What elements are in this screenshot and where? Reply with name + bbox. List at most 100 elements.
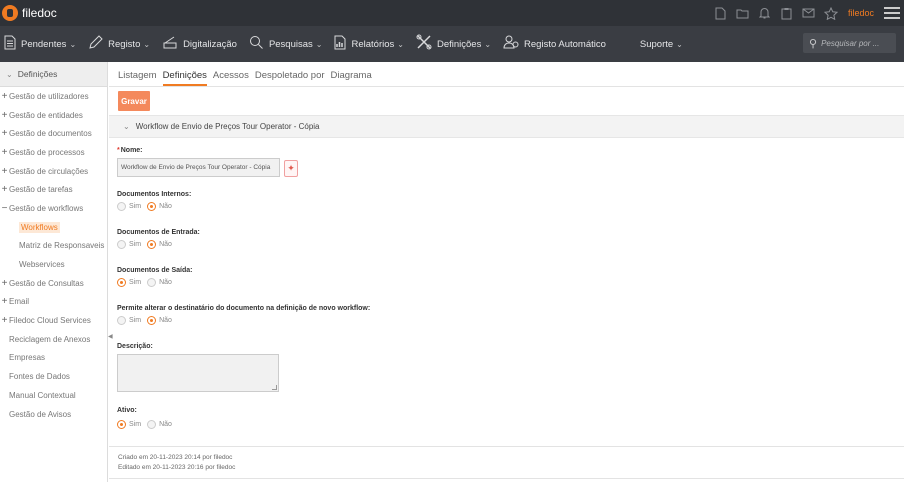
chevron-down-icon: ⌄ xyxy=(123,122,130,131)
radio-label: Sim xyxy=(129,317,142,324)
menu-digitalizacao[interactable]: Digitalização xyxy=(158,35,237,53)
sidebar-item-label: Gestão de utilizadores xyxy=(9,91,89,101)
sidebar-item[interactable]: + Email xyxy=(0,293,107,312)
tab-acessos[interactable]: Acessos xyxy=(213,70,249,86)
bell-icon[interactable] xyxy=(754,7,776,20)
sidebar-item[interactable]: Empresas xyxy=(0,349,107,368)
sidebar-item[interactable]: + Gestão de utilizadores xyxy=(0,87,107,106)
radio-yes[interactable]: Sim xyxy=(117,240,141,249)
expand-icon[interactable]: + xyxy=(0,184,9,195)
radio-no[interactable]: Não xyxy=(147,316,172,325)
user-menu[interactable]: filedoc xyxy=(848,8,874,18)
star-icon[interactable] xyxy=(820,6,842,20)
name-field: *Nome: Workflow de Envio de Preços Tour … xyxy=(117,147,298,177)
menu-registo[interactable]: Registo ⌄ xyxy=(84,34,150,54)
radio-label: Não xyxy=(159,317,172,324)
section-header[interactable]: ⌄ Workflow de Envio de Preços Tour Opera… xyxy=(109,115,904,138)
sidebar-item[interactable]: + Gestão de processos xyxy=(0,143,107,162)
tab-listagem[interactable]: Listagem xyxy=(118,70,157,86)
expand-icon[interactable]: + xyxy=(0,91,9,102)
name-input[interactable]: Workflow de Envio de Preços Tour Operato… xyxy=(117,158,280,177)
document-icon xyxy=(4,35,16,54)
active-label: Ativo: xyxy=(117,407,137,414)
radio-label: Não xyxy=(159,421,172,428)
chevron-down-icon: ⌄ xyxy=(6,69,13,79)
radio-yes[interactable]: Sim xyxy=(117,316,141,325)
description-label: Descrição: xyxy=(117,343,153,350)
sidebar: ⌄ Definições + Gestão de utilizadores + Ges… xyxy=(0,62,108,482)
radio-no[interactable]: Não xyxy=(147,420,172,429)
radio-label: Sim xyxy=(129,241,142,248)
expand-icon[interactable]: + xyxy=(0,315,9,326)
sidebar-item-label: Gestão de Avisos xyxy=(9,409,72,419)
sidebar-item[interactable]: + Filedoc Cloud Services xyxy=(0,311,107,330)
app-logo[interactable]: filedoc xyxy=(0,5,57,21)
global-search-input[interactable]: ⚲ Pesquisar por ... xyxy=(803,33,896,53)
sidebar-item-label: Reciclagem de Anexos xyxy=(9,334,91,344)
sidebar-item-label: Email xyxy=(9,297,30,307)
sidebar-item[interactable]: Webservices xyxy=(0,255,107,274)
description-field: Descrição: xyxy=(117,343,279,392)
mail-icon[interactable] xyxy=(798,8,820,18)
sidebar-item[interactable]: Gestão de Avisos xyxy=(0,405,107,424)
menu-definicoes[interactable]: Definições ⌄ xyxy=(412,34,491,54)
sidebar-item[interactable]: − Gestão de workflows xyxy=(0,199,107,218)
radio-yes[interactable]: Sim xyxy=(117,420,141,429)
sidebar-header[interactable]: ⌄ Definições xyxy=(0,62,107,87)
hamburger-menu-icon[interactable] xyxy=(884,4,900,22)
main-content: Listagem Definições Acessos Despoletado … xyxy=(109,62,904,482)
sidebar-item[interactable]: + Gestão de tarefas xyxy=(0,180,107,199)
expand-icon[interactable]: + xyxy=(0,296,9,307)
sidebar-item-label: Manual Contextual xyxy=(9,390,76,400)
radio-yes[interactable]: Sim xyxy=(117,202,141,211)
save-button[interactable]: Gravar xyxy=(118,91,150,111)
tab-despoletado-por[interactable]: Despoletado por xyxy=(255,70,325,86)
document-icon[interactable] xyxy=(710,7,732,20)
menu-pesquisas[interactable]: Pesquisas ⌄ xyxy=(245,35,322,54)
radio-dot-icon xyxy=(117,278,126,287)
expand-icon[interactable]: + xyxy=(0,128,9,139)
description-textarea[interactable] xyxy=(117,354,279,392)
collapse-icon[interactable]: − xyxy=(0,203,9,214)
sidebar-item[interactable]: Fontes de Dados xyxy=(0,367,107,386)
tab-diagrama[interactable]: Diagrama xyxy=(331,70,372,86)
radio-dot-icon xyxy=(117,316,126,325)
sidebar-item[interactable]: Manual Contextual xyxy=(0,386,107,405)
sidebar-item-label: Gestão de tarefas xyxy=(9,185,73,195)
report-icon xyxy=(334,35,346,54)
translate-icon[interactable]: ✦ xyxy=(284,160,298,177)
sidebar-item[interactable]: Matriz de Responsaveis xyxy=(0,237,107,256)
menu-pendentes[interactable]: Pendentes ⌄ xyxy=(0,35,76,54)
sidebar-item[interactable]: Workflows xyxy=(0,218,107,237)
radio-no[interactable]: Não xyxy=(147,278,172,287)
radio-no[interactable]: Não xyxy=(147,202,172,211)
expand-icon[interactable]: + xyxy=(0,278,9,289)
folder-icon[interactable] xyxy=(732,8,754,19)
name-label: *Nome: xyxy=(117,147,143,154)
tab-definicoes[interactable]: Definições xyxy=(162,70,207,86)
sidebar-item-label: Gestão de circulações xyxy=(9,166,89,176)
radio-label: Sim xyxy=(129,203,142,210)
menu-relatorios[interactable]: Relatórios ⌄ xyxy=(330,35,404,54)
main-menu: Pendentes ⌄ Registo ⌄ Digitalização Pesqui… xyxy=(0,26,904,62)
sidebar-item[interactable]: + Gestão de documentos xyxy=(0,124,107,143)
sidebar-item[interactable]: + Gestão de circulações xyxy=(0,162,107,181)
edited-info: Editado em 20-11-2023 20:16 por filedoc xyxy=(118,464,236,471)
expand-icon[interactable]: + xyxy=(0,110,9,121)
radio-dot-icon xyxy=(117,202,126,211)
tools-icon xyxy=(416,34,432,54)
clipboard-icon[interactable] xyxy=(776,7,798,20)
menu-registo-automatico[interactable]: Registo Automático xyxy=(499,34,606,54)
radio-no[interactable]: Não xyxy=(147,240,172,249)
radio-yes[interactable]: Sim xyxy=(117,278,141,287)
sidebar-item[interactable]: Reciclagem de Anexos xyxy=(0,330,107,349)
menu-suporte[interactable]: Suporte ⌄ xyxy=(640,39,683,50)
radio-label: Sim xyxy=(129,279,142,286)
sidebar-item[interactable]: + Gestão de Consultas xyxy=(0,274,107,293)
toolbar: Gravar xyxy=(109,87,904,115)
expand-icon[interactable]: + xyxy=(0,147,9,158)
expand-icon[interactable]: + xyxy=(0,166,9,177)
sidebar-item[interactable]: + Gestão de entidades xyxy=(0,106,107,125)
radio-dot-icon xyxy=(147,240,157,249)
sidebar-item-label: Gestão de workflows xyxy=(9,203,84,213)
